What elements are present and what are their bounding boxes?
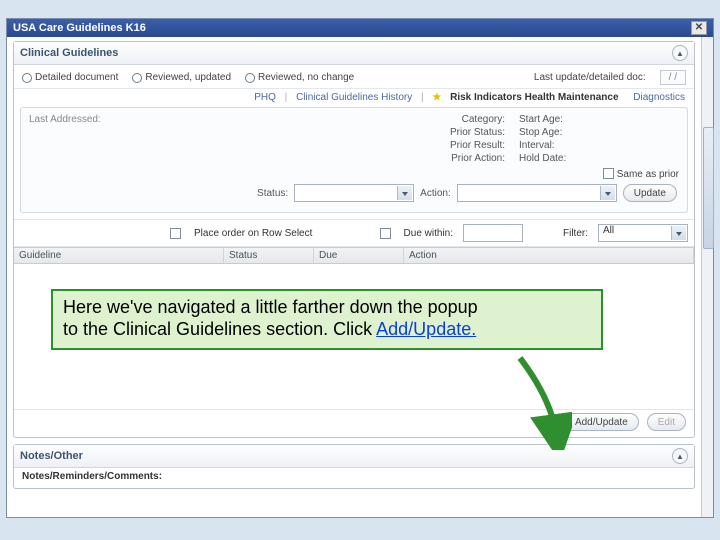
col-guideline: Guideline	[14, 248, 224, 263]
due-within-input[interactable]	[463, 224, 523, 242]
category-label: Category:	[193, 114, 505, 125]
window-body: Clinical Guidelines ▲ Detailed document …	[7, 37, 701, 517]
titlebar: USA Care Guidelines K16 ✕	[7, 19, 713, 37]
table-header: Guideline Status Due Action	[14, 247, 694, 264]
notes-panel: Notes/Other ▲ Notes/Reminders/Comments:	[13, 444, 695, 489]
add-update-button[interactable]: Add/Update	[564, 413, 639, 431]
prior-action-label: Prior Action:	[193, 153, 505, 164]
filter-combo[interactable]: All	[598, 224, 688, 242]
prior-result-label: Prior Result:	[193, 140, 505, 151]
subtabs: PHQ | Clinical Guidelines History | ★ Ri…	[14, 89, 694, 105]
last-addressed-label: Last Addressed:	[29, 114, 179, 125]
stop-age-label: Stop Age:	[519, 127, 679, 138]
star-icon: ★	[429, 92, 444, 103]
panel-footer: Add/Update Edit	[14, 409, 694, 437]
radio-reviewed-updated[interactable]: Reviewed, updated	[132, 72, 231, 83]
detail-subpanel: Last Addressed: Category: Start Age: Pri…	[20, 107, 688, 213]
start-age-label: Start Age:	[519, 114, 679, 125]
status-label: Status:	[257, 188, 288, 199]
last-update-date[interactable]: / /	[660, 70, 686, 85]
notes-title: Notes/Other	[20, 450, 83, 462]
filter-row: Place order on Row Select Due within: Fi…	[14, 219, 694, 247]
place-order-checkbox[interactable]	[170, 228, 181, 239]
hold-date-label: Hold Date:	[519, 153, 679, 164]
last-update-label: Last update/detailed doc:	[534, 72, 646, 83]
action-combo[interactable]	[457, 184, 617, 202]
collapse-icon[interactable]: ▲	[672, 45, 688, 61]
filter-label: Filter:	[563, 228, 588, 239]
prior-status-label: Prior Status:	[193, 127, 505, 138]
col-action: Action	[404, 248, 694, 263]
due-within-label: Due within:	[404, 228, 453, 239]
panel-title: Clinical Guidelines	[20, 47, 118, 59]
same-as-prior-checkbox[interactable]	[603, 168, 614, 179]
tab-phq[interactable]: PHQ	[251, 92, 279, 103]
callout-line1: Here we've navigated a little farther do…	[63, 297, 478, 317]
window-title: USA Care Guidelines K16	[13, 22, 146, 34]
edit-button[interactable]: Edit	[647, 413, 686, 431]
action-label: Action:	[420, 188, 451, 199]
status-combo[interactable]	[294, 184, 414, 202]
radio-reviewed-nochange[interactable]: Reviewed, no change	[245, 72, 354, 83]
col-status: Status	[224, 248, 314, 263]
tab-diagnostics[interactable]: Diagnostics	[630, 92, 688, 103]
place-order-label: Place order on Row Select	[194, 228, 312, 239]
guidelines-window: USA Care Guidelines K16 ✕ Clinical Guide…	[6, 18, 714, 518]
panel-header: Clinical Guidelines ▲	[14, 42, 694, 65]
collapse-icon[interactable]: ▲	[672, 448, 688, 464]
radio-detailed[interactable]: Detailed document	[22, 72, 118, 83]
tutorial-callout: Here we've navigated a little farther do…	[51, 289, 603, 350]
doc-status-row: Detailed document Reviewed, updated Revi…	[14, 65, 694, 89]
notes-subheading: Notes/Reminders/Comments:	[14, 468, 694, 482]
clinical-guidelines-panel: Clinical Guidelines ▲ Detailed document …	[13, 41, 695, 438]
update-button[interactable]: Update	[623, 184, 677, 202]
interval-label: Interval:	[519, 140, 679, 151]
callout-link: Add/Update.	[376, 319, 476, 339]
col-due: Due	[314, 248, 404, 263]
notes-header: Notes/Other ▲	[14, 445, 694, 468]
close-icon[interactable]: ✕	[691, 21, 707, 35]
tab-history[interactable]: Clinical Guidelines History	[293, 92, 415, 103]
tab-risk[interactable]: Risk Indicators Health Maintenance	[447, 92, 621, 103]
callout-line2a: to the Clinical Guidelines section. Clic…	[63, 319, 376, 339]
scrollbar[interactable]	[701, 37, 713, 517]
same-as-prior-label: Same as prior	[617, 169, 679, 180]
due-within-checkbox[interactable]	[380, 228, 391, 239]
